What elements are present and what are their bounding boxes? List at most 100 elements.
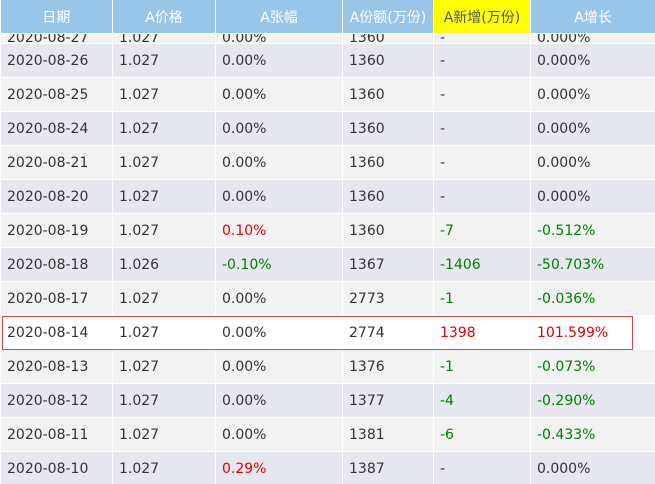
cell-growth: -0.036%	[530, 281, 655, 316]
cell-change: 0.00%	[215, 111, 343, 146]
cell-date: 2020-08-12	[0, 383, 113, 418]
cell-price: 1.027	[112, 213, 216, 248]
table-row[interactable]: 2020-08-12 1.027 0.00% 1377 -4 -0.290%	[0, 383, 655, 418]
cell-shares: 1381	[342, 417, 434, 452]
cell-date: 2020-08-27	[0, 33, 113, 44]
cell-date: 2020-08-25	[0, 77, 113, 112]
column-header-growth[interactable]: A增长	[530, 0, 655, 34]
cell-price: 1.027	[112, 315, 216, 350]
cell-added: -	[433, 111, 531, 146]
cell-shares: 1360	[342, 111, 434, 146]
cell-growth: -0.073%	[530, 349, 655, 384]
cell-change: 0.29%	[215, 451, 343, 484]
cell-change: 0.00%	[215, 281, 343, 316]
cell-shares: 1387	[342, 451, 434, 484]
table-row[interactable]: 2020-08-18 1.026 -0.10% 1367 -1406 -50.703%	[0, 247, 655, 282]
cell-change: 0.00%	[215, 383, 343, 418]
cell-added: -	[433, 43, 531, 78]
cell-growth: 0.000%	[530, 179, 655, 214]
cell-shares: 1377	[342, 383, 434, 418]
column-header-added[interactable]: A新增(万份)	[433, 0, 531, 34]
cell-growth: 0.000%	[530, 145, 655, 180]
cell-change: 0.00%	[215, 179, 343, 214]
cell-added: -	[433, 145, 531, 180]
table-row-partial[interactable]: 2020-08-27 1.027 0.00% 1360 - 0.000%	[0, 33, 655, 44]
table-scroll-area[interactable]: 日期 A价格 A张幅 A份额(万份) A新增(万份) A增长 2020-08-2…	[0, 0, 655, 484]
table-body: 2020-08-27 1.027 0.00% 1360 - 0.000% 202…	[0, 33, 655, 484]
cell-shares: 1360	[342, 145, 434, 180]
cell-added: -1	[433, 349, 531, 384]
table-row[interactable]: 2020-08-11 1.027 0.00% 1381 -6 -0.433%	[0, 417, 655, 452]
cell-added: -	[433, 77, 531, 112]
cell-date: 2020-08-17	[0, 281, 113, 316]
table-row[interactable]: 2020-08-24 1.027 0.00% 1360-0.000%	[0, 111, 655, 146]
cell-date: 2020-08-26	[0, 43, 113, 78]
column-header-change[interactable]: A张幅	[215, 0, 343, 34]
cell-shares: 1360	[342, 43, 434, 78]
cell-date: 2020-08-11	[0, 417, 113, 452]
cell-date: 2020-08-24	[0, 111, 113, 146]
cell-shares: 1360	[342, 77, 434, 112]
cell-added: -	[433, 33, 531, 44]
table-row[interactable]: 2020-08-19 1.027 0.10% 1360 -7 -0.512%	[0, 213, 655, 248]
cell-price: 1.027	[112, 451, 216, 484]
cell-added: 1398	[433, 315, 531, 350]
table-row[interactable]: 2020-08-21 1.027 0.00% 1360-0.000%	[0, 145, 655, 180]
cell-added: -	[433, 451, 531, 484]
cell-growth: -0.433%	[530, 417, 655, 452]
cell-growth: -50.703%	[530, 247, 655, 282]
cell-price: 1.027	[112, 349, 216, 384]
cell-price: 1.027	[112, 43, 216, 78]
cell-growth: 0.000%	[530, 111, 655, 146]
table-row[interactable]: 2020-08-20 1.027 0.00% 1360-0.000%	[0, 179, 655, 214]
table-row[interactable]: 2020-08-13 1.027 0.00% 1376 -1 -0.073%	[0, 349, 655, 384]
cell-change: 0.00%	[215, 417, 343, 452]
cell-shares: 1376	[342, 349, 434, 384]
cell-change: 0.00%	[215, 43, 343, 78]
cell-added: -7	[433, 213, 531, 248]
table-row[interactable]: 2020-08-10 1.027 0.29% 1387-0.000%	[0, 451, 655, 484]
cell-price: 1.027	[112, 33, 216, 44]
cell-shares: 1360	[342, 179, 434, 214]
cell-date: 2020-08-13	[0, 349, 113, 384]
cell-added: -4	[433, 383, 531, 418]
column-header-price[interactable]: A价格	[112, 0, 216, 34]
cell-price: 1.027	[112, 179, 216, 214]
cell-price: 1.027	[112, 417, 216, 452]
table-row[interactable]: 2020-08-26 1.027 0.00% 1360-0.000%	[0, 43, 655, 78]
table-header: 日期 A价格 A张幅 A份额(万份) A新增(万份) A增长	[0, 0, 655, 34]
cell-growth: -0.290%	[530, 383, 655, 418]
data-table-view: 日期 A价格 A张幅 A份额(万份) A新增(万份) A增长 2020-08-2…	[0, 0, 655, 484]
column-header-date[interactable]: 日期	[0, 0, 113, 34]
cell-date: 2020-08-20	[0, 179, 113, 214]
fund-share-table: 日期 A价格 A张幅 A份额(万份) A新增(万份) A增长 2020-08-2…	[0, 0, 655, 484]
cell-growth: 0.000%	[530, 43, 655, 78]
cell-added: -6	[433, 417, 531, 452]
cell-growth: 101.599%	[530, 315, 655, 350]
cell-date: 2020-08-10	[0, 451, 113, 484]
table-row[interactable]: 2020-08-25 1.027 0.00% 1360-0.000%	[0, 77, 655, 112]
cell-price: 1.027	[112, 383, 216, 418]
cell-price: 1.026	[112, 247, 216, 282]
cell-date: 2020-08-19	[0, 213, 113, 248]
cell-price: 1.027	[112, 281, 216, 316]
cell-shares: 1360	[342, 213, 434, 248]
cell-change: 0.00%	[215, 145, 343, 180]
table-row[interactable]: 2020-08-17 1.027 0.00% 2773 -1 -0.036%	[0, 281, 655, 316]
cell-date: 2020-08-14	[0, 315, 113, 350]
cell-date: 2020-08-21	[0, 145, 113, 180]
cell-change: 0.00%	[215, 77, 343, 112]
cell-shares: 2773	[342, 281, 434, 316]
cell-growth: 0.000%	[530, 451, 655, 484]
column-header-shares[interactable]: A份额(万份)	[342, 0, 434, 34]
cell-shares: 1367	[342, 247, 434, 282]
cell-price: 1.027	[112, 145, 216, 180]
cell-growth: -0.512%	[530, 213, 655, 248]
cell-change: 0.10%	[215, 213, 343, 248]
table-row[interactable]: 2020-08-14 1.027 0.00% 2774 1398 101.599%	[0, 315, 655, 350]
cell-change: 0.00%	[215, 349, 343, 384]
cell-shares: 1360	[342, 33, 434, 44]
cell-change: 0.00%	[215, 33, 343, 44]
cell-shares: 2774	[342, 315, 434, 350]
cell-change: 0.00%	[215, 315, 343, 350]
